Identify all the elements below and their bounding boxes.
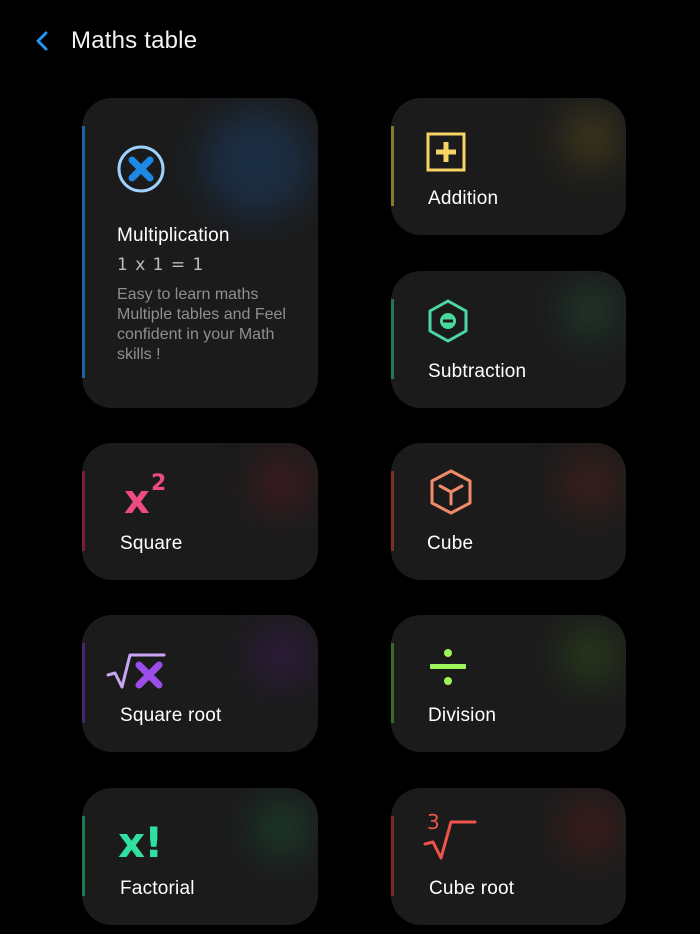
card-glow (561, 625, 621, 685)
card-label: Factorial (120, 878, 195, 899)
x-squared-icon: x 2 (124, 471, 174, 523)
chevron-left-icon (36, 31, 48, 51)
card-factorial[interactable]: x! Factorial (82, 788, 318, 925)
card-label: Division (428, 705, 497, 726)
card-label: Multiplication (117, 225, 230, 246)
app-header: Maths table (0, 0, 700, 84)
card-accent (391, 816, 394, 896)
card-glow (252, 798, 312, 858)
back-button[interactable] (26, 24, 60, 58)
divide-icon (430, 649, 466, 685)
factorial-icon: x! (118, 818, 163, 867)
equation-text: 1 x 1 = 1 (117, 255, 205, 275)
page-title: Maths table (71, 27, 198, 54)
card-glow (561, 281, 621, 341)
card-label: Subtraction (428, 361, 527, 382)
cube-root-icon: 3 (423, 810, 479, 860)
card-cube[interactable]: Cube (391, 443, 626, 580)
card-accent (391, 126, 394, 206)
card-accent (391, 471, 394, 551)
square-symbol: x (124, 477, 150, 523)
card-multiplication[interactable]: Multiplication 1 x 1 = 1 Easy to learn m… (82, 98, 318, 408)
card-addition[interactable]: Addition (391, 98, 626, 235)
card-division[interactable]: Division (391, 615, 626, 752)
cube-icon (430, 469, 472, 515)
card-glow (252, 625, 312, 685)
card-label: Cube (427, 533, 474, 554)
minus-hexagon-icon (428, 299, 468, 343)
multiply-circle-icon (117, 145, 165, 193)
card-square[interactable]: x 2 Square (82, 443, 318, 580)
radical-sign-icon (423, 820, 477, 860)
card-glow (561, 108, 621, 168)
card-glow (202, 108, 312, 218)
card-cube-root[interactable]: 3 Cube root (391, 788, 626, 925)
card-subtraction[interactable]: Subtraction (391, 271, 626, 408)
card-accent (391, 643, 394, 723)
card-accent (82, 471, 85, 551)
card-glow (252, 453, 312, 513)
card-accent (82, 643, 85, 723)
card-label: Square (120, 533, 183, 554)
card-glow (561, 453, 621, 513)
description-text: Easy to learn maths Multiple tables and … (117, 286, 286, 363)
card-glow (561, 798, 621, 858)
card-accent (391, 299, 394, 379)
plus-square-icon (426, 132, 466, 172)
card-square-root[interactable]: Square root (82, 615, 318, 752)
square-power: 2 (151, 471, 167, 496)
card-label: Addition (428, 188, 499, 209)
card-label: Cube root (429, 878, 515, 899)
card-label: Square root (120, 705, 222, 726)
square-root-icon (106, 653, 166, 689)
card-accent (82, 816, 85, 896)
card-accent (82, 126, 85, 378)
